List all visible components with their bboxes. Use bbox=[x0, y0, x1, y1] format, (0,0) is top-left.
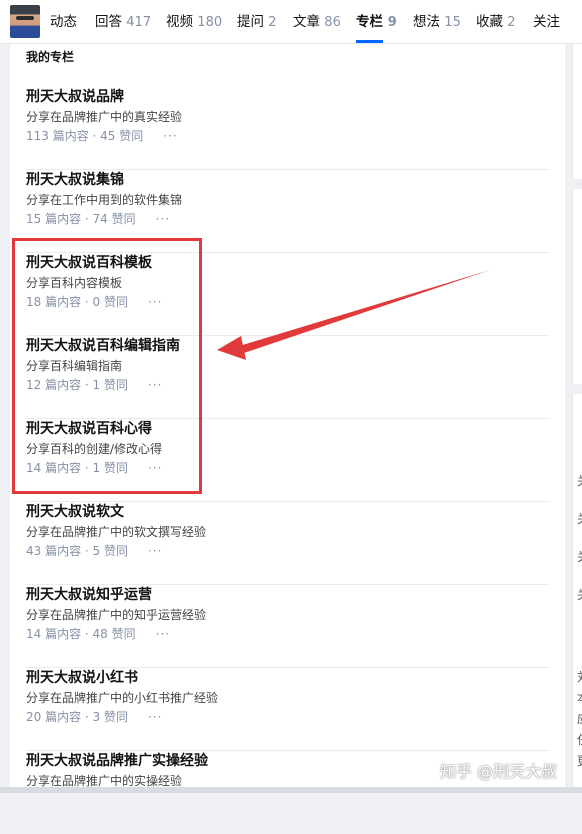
column-stats: 14 篇内容 · 1 赞同 bbox=[26, 461, 128, 475]
tab-videos[interactable]: 视频 180 bbox=[166, 12, 222, 32]
column-item[interactable]: 刑天大叔说百科模板 分享百科内容模板 18 篇内容 · 0 赞同 ··· bbox=[26, 253, 550, 336]
column-item[interactable]: 刑天大叔说百科心得 分享百科的创建/修改心得 14 篇内容 · 1 赞同 ··· bbox=[26, 419, 550, 502]
column-stats: 18 篇内容 · 0 赞同 bbox=[26, 295, 128, 309]
column-stats: 15 篇内容 · 74 赞同 bbox=[26, 212, 136, 226]
column-description: 分享百科内容模板 bbox=[26, 276, 123, 290]
column-stats: 20 篇内容 · 3 赞同 bbox=[26, 710, 128, 724]
column-title[interactable]: 刑天大叔说软文 bbox=[26, 502, 124, 522]
column-meta: 20 篇内容 · 3 赞同 ··· bbox=[26, 708, 162, 726]
watermark: 知乎 @刑天大叔 bbox=[440, 762, 558, 781]
profile-tab-bar: 动态 回答 417 视频 180 提问 2 文章 86 专栏 9 想法 15 收… bbox=[0, 0, 582, 44]
column-item[interactable]: 刑天大叔说小红书 分享在品牌推广中的小红书推广经验 20 篇内容 · 3 赞同 ·… bbox=[26, 668, 550, 751]
sidebar-text: 任 bbox=[577, 733, 582, 747]
column-title[interactable]: 刑天大叔说百科模板 bbox=[26, 253, 152, 273]
sidebar-text[interactable]: 关 bbox=[577, 512, 582, 526]
column-item[interactable]: 刑天大叔说品牌 分享在品牌推广中的真实经验 113 篇内容 · 45 赞同 ··· bbox=[26, 87, 550, 170]
column-title[interactable]: 刑天大叔说集锦 bbox=[26, 170, 124, 190]
tab-following[interactable]: 关注 bbox=[533, 12, 560, 32]
column-description: 分享百科的创建/修改心得 bbox=[26, 442, 163, 456]
column-title[interactable]: 刑天大叔说品牌推广实操经验 bbox=[26, 751, 208, 771]
bottom-scroll-strip bbox=[0, 787, 582, 793]
column-description: 分享在品牌推广中的小红书推广经验 bbox=[26, 691, 219, 705]
tab-favorites[interactable]: 收藏 2 bbox=[476, 12, 516, 32]
tab-columns[interactable]: 专栏 9 bbox=[356, 12, 397, 43]
section-title: 我的专栏 bbox=[26, 50, 75, 64]
column-meta: 43 篇内容 · 5 赞同 ··· bbox=[26, 542, 162, 560]
sidebar-text: 应 bbox=[577, 712, 582, 726]
column-meta: 14 篇内容 · 1 赞同 ··· bbox=[26, 459, 162, 477]
column-description: 分享在品牌推广中的真实经验 bbox=[26, 110, 183, 124]
column-meta: 12 篇内容 · 1 赞同 ··· bbox=[26, 376, 162, 394]
tab-activity[interactable]: 动态 bbox=[50, 12, 77, 32]
column-stats: 14 篇内容 · 48 赞同 bbox=[26, 627, 136, 641]
column-title[interactable]: 刑天大叔说知乎运营 bbox=[26, 585, 152, 605]
more-options-button[interactable]: ··· bbox=[148, 542, 162, 560]
more-options-button[interactable]: ··· bbox=[148, 376, 162, 394]
column-description: 分享百科编辑指南 bbox=[26, 359, 123, 373]
more-options-button[interactable]: ··· bbox=[148, 459, 162, 477]
column-item[interactable]: 刑天大叔说知乎运营 分享在品牌推广中的知乎运营经验 14 篇内容 · 48 赞同… bbox=[26, 585, 550, 668]
more-options-button[interactable]: ··· bbox=[156, 210, 170, 228]
column-meta: 18 篇内容 · 0 赞同 ··· bbox=[26, 293, 162, 311]
column-description: 分享在品牌推广中的知乎运营经验 bbox=[26, 608, 207, 622]
column-title[interactable]: 刑天大叔说小红书 bbox=[26, 668, 138, 688]
sidebar-text: 更 bbox=[577, 754, 582, 768]
column-meta: 14 篇内容 · 48 赞同 ··· bbox=[26, 625, 170, 643]
column-stats: 43 篇内容 · 5 赞同 bbox=[26, 544, 128, 558]
sidebar-text[interactable]: 关 bbox=[577, 474, 582, 488]
sidebar-text: 刘 bbox=[577, 670, 582, 684]
sidebar-text[interactable]: 关 bbox=[577, 550, 582, 564]
sidebar-text[interactable]: 关 bbox=[577, 588, 582, 602]
more-options-button[interactable]: ··· bbox=[148, 708, 162, 726]
user-avatar[interactable] bbox=[10, 5, 40, 38]
tab-thoughts[interactable]: 想法 15 bbox=[413, 12, 461, 32]
sidebar-text: 〈 bbox=[577, 626, 582, 640]
column-meta: 15 篇内容 · 74 赞同 ··· bbox=[26, 210, 170, 228]
column-stats: 113 篇内容 · 45 赞同 bbox=[26, 129, 144, 143]
column-stats: 12 篇内容 · 1 赞同 bbox=[26, 378, 128, 392]
column-title[interactable]: 刑天大叔说品牌 bbox=[26, 87, 124, 107]
column-item[interactable]: 刑天大叔说集锦 分享在工作中用到的软件集锦 15 篇内容 · 74 赞同 ··· bbox=[26, 170, 550, 253]
column-description: 分享在工作中用到的软件集锦 bbox=[26, 193, 183, 207]
columns-panel: 我的专栏 刑天大叔说品牌 分享在品牌推广中的真实经验 113 篇内容 · 45 … bbox=[10, 44, 565, 793]
column-meta: 113 篇内容 · 45 赞同 ··· bbox=[26, 127, 178, 145]
column-title[interactable]: 刑天大叔说百科编辑指南 bbox=[26, 336, 180, 356]
sidebar-card bbox=[572, 189, 582, 384]
more-options-button[interactable]: ··· bbox=[148, 293, 162, 311]
tab-questions[interactable]: 提问 2 bbox=[237, 12, 277, 32]
column-item[interactable]: 刑天大叔说百科编辑指南 分享百科编辑指南 12 篇内容 · 1 赞同 ··· bbox=[26, 336, 550, 419]
column-title[interactable]: 刑天大叔说百科心得 bbox=[26, 419, 152, 439]
sidebar-text: 本 bbox=[577, 691, 582, 705]
sidebar-card bbox=[572, 44, 582, 179]
column-item[interactable]: 刑天大叔说软文 分享在品牌推广中的软文撰写经验 43 篇内容 · 5 赞同 ··· bbox=[26, 502, 550, 585]
right-sidebar-edge: 关 关 关 关 〈 刘 本 应 任 更 bbox=[572, 44, 582, 793]
tab-articles[interactable]: 文章 86 bbox=[293, 12, 341, 32]
column-description: 分享在品牌推广中的软文撰写经验 bbox=[26, 525, 207, 539]
more-options-button[interactable]: ··· bbox=[156, 625, 170, 643]
more-options-button[interactable]: ··· bbox=[163, 127, 177, 145]
tab-answers[interactable]: 回答 417 bbox=[95, 12, 151, 32]
sidebar-card: 关 关 关 关 〈 刘 本 应 任 更 bbox=[572, 394, 582, 793]
